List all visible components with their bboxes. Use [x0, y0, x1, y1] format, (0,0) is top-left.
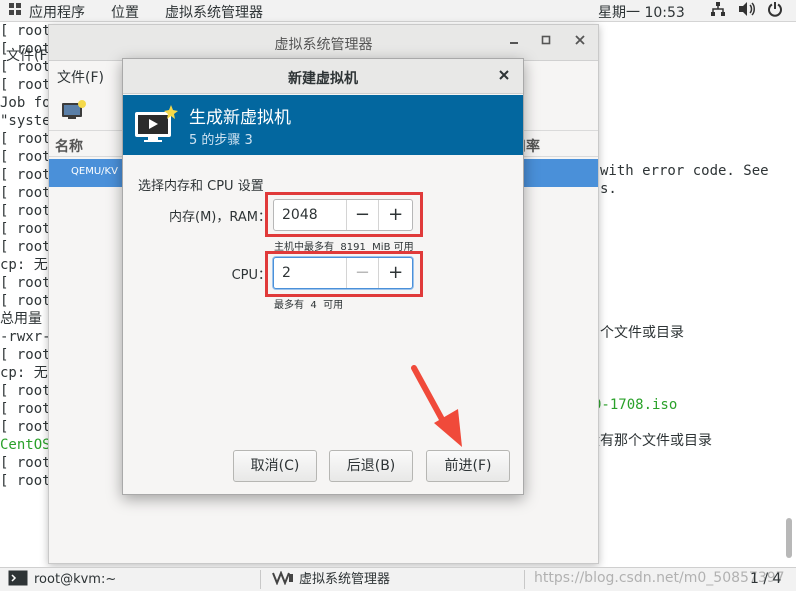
- minimize-button[interactable]: [505, 33, 523, 51]
- terminal-output-fragment: 个文件或目录: [600, 325, 684, 341]
- column-name[interactable]: 名称: [55, 136, 83, 156]
- terminal-task[interactable]: root@kvm:~: [34, 568, 116, 591]
- network-icon[interactable]: [710, 1, 726, 21]
- taskbar-separator: [524, 570, 525, 589]
- close-icon[interactable]: [495, 67, 513, 85]
- cpu-label: CPU：: [231, 268, 271, 283]
- terminal-line: -rwxr-: [0, 329, 51, 345]
- terminal-output-fragment: with error code. See: [600, 163, 769, 179]
- power-icon[interactable]: [767, 1, 783, 21]
- terminal-scrollbar[interactable]: [786, 518, 792, 558]
- terminal-output-fragment: s.: [600, 181, 617, 197]
- terminal-line: "syste: [0, 113, 51, 129]
- terminal-output-fragment: 没有那个文件或目录: [586, 433, 712, 449]
- watermark: https://blog.csdn.net/m0_50857397: [534, 570, 785, 586]
- connection-label: QEMU/KV: [71, 166, 118, 177]
- terminal-task-icon[interactable]: [8, 568, 28, 591]
- clock[interactable]: 星期一 10:53: [598, 2, 685, 22]
- cpu-hint: 最多有 4 可用: [274, 300, 344, 311]
- taskbar-separator: [260, 570, 261, 589]
- banner-title: 生成新虚拟机: [189, 108, 291, 128]
- workspace-indicator[interactable]: 1 / 4: [750, 568, 781, 591]
- applications-menu-icon[interactable]: [8, 2, 22, 18]
- back-button[interactable]: 后退(B): [329, 450, 413, 482]
- terminal-line: cp: 无: [0, 365, 48, 381]
- close-icon[interactable]: [571, 33, 589, 51]
- terminal-line: cp: 无: [0, 257, 48, 273]
- virt-manager-titlebar[interactable]: 虚拟系统管理器: [49, 25, 598, 61]
- section-label: 选择内存和 CPU 设置: [138, 179, 264, 194]
- terminal-line: 总用量: [0, 311, 42, 327]
- terminal-output-fragment: 0-1708.iso: [593, 397, 678, 413]
- terminal-line: Job fo: [0, 95, 51, 111]
- volume-icon[interactable]: [738, 1, 756, 21]
- applications-menu[interactable]: 应用程序: [29, 2, 85, 22]
- memory-label: 内存(M)，RAM：: [169, 210, 271, 225]
- cancel-button[interactable]: 取消(C): [233, 450, 317, 482]
- monitor-icon: [133, 105, 179, 145]
- dialog-titlebar[interactable]: 新建虚拟机: [123, 59, 523, 94]
- forward-button[interactable]: 前进(F): [426, 450, 510, 482]
- active-app-menu[interactable]: 虚拟系统管理器: [165, 2, 263, 22]
- maximize-button[interactable]: [537, 33, 555, 51]
- annotation-arrow-icon: [411, 365, 462, 447]
- vmm-menu-file[interactable]: 文件(F): [57, 67, 104, 87]
- vmm-task[interactable]: 虚拟系统管理器: [299, 568, 390, 591]
- dialog-title: 新建虚拟机: [288, 71, 358, 87]
- cpu-highlight-box: [265, 251, 423, 297]
- places-menu[interactable]: 位置: [111, 2, 139, 22]
- top-bar: 应用程序 位置 虚拟系统管理器 星期一 10:53: [0, 0, 796, 22]
- taskbar: root@kvm:~ 虚拟系统管理器 https://blog.csdn.net…: [0, 567, 796, 591]
- new-vm-icon[interactable]: [61, 99, 87, 121]
- terminal-line: CentOS: [0, 437, 51, 453]
- memory-highlight-box: [265, 192, 423, 237]
- wizard-banner: 生成新虚拟机 5 的步骤 3: [123, 95, 523, 155]
- banner-step: 5 的步骤 3: [189, 133, 253, 148]
- vmm-task-icon[interactable]: [272, 568, 294, 591]
